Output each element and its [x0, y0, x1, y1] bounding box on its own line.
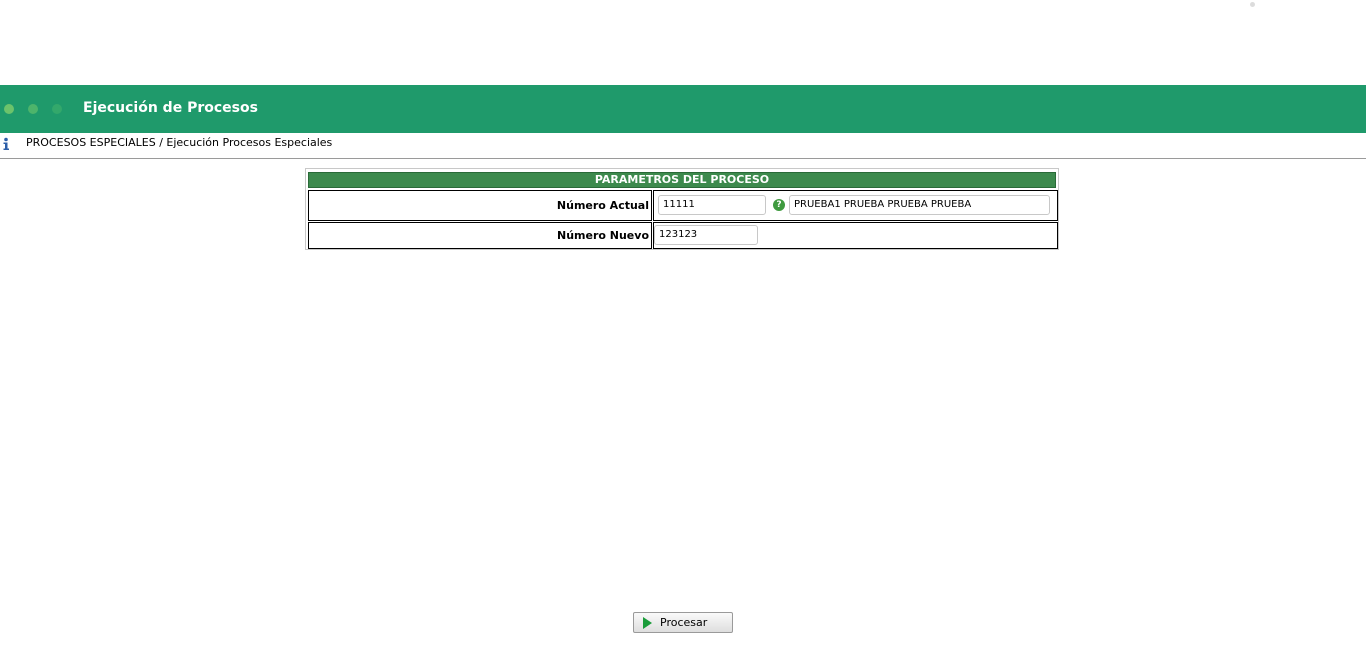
header-dot-icon [52, 104, 62, 114]
window-indicator-dot [1250, 2, 1255, 7]
numero-actual-input[interactable]: 11111 [658, 195, 766, 215]
header-dot-icon [28, 104, 38, 114]
help-icon[interactable]: ? [773, 199, 785, 211]
info-icon [0, 136, 12, 150]
breadcrumb: PROCESOS ESPECIALES / Ejecución Procesos… [0, 133, 1366, 159]
play-icon [643, 617, 652, 629]
numero-actual-cell: 11111 ? PRUEBA1 PRUEBA PRUEBA PRUEBA [653, 190, 1058, 221]
numero-nuevo-input[interactable]: 123123 [654, 225, 758, 245]
numero-nuevo-cell: 123123 [653, 222, 1058, 249]
process-parameters-panel: PARAMETROS DEL PROCESO Número Actual 111… [305, 168, 1059, 250]
page-title: Ejecución de Procesos [83, 100, 258, 116]
numero-nuevo-label: Número Nuevo [308, 222, 652, 249]
process-button-label: Procesar [660, 616, 708, 629]
parameters-header: PARAMETROS DEL PROCESO [308, 172, 1056, 188]
numero-actual-description-field: PRUEBA1 PRUEBA PRUEBA PRUEBA [789, 195, 1050, 215]
numero-actual-label: Número Actual [308, 190, 652, 221]
breadcrumb-path: PROCESOS ESPECIALES / Ejecución Procesos… [26, 136, 333, 149]
page-header: Ejecución de Procesos [0, 85, 1366, 133]
process-button[interactable]: Procesar [633, 612, 733, 633]
header-dot-icon [4, 104, 14, 114]
